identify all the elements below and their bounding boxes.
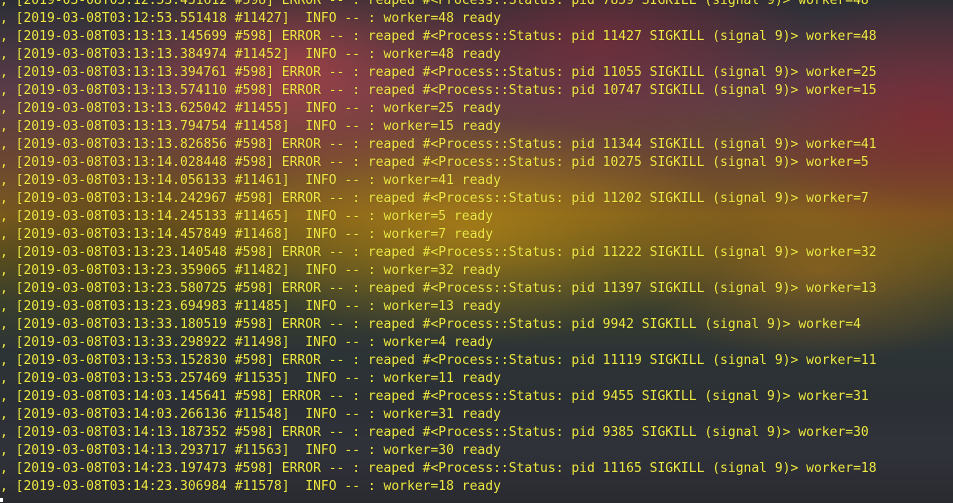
log-line: , [2019-03-08T03:14:13.293717 #11563] IN… (0, 443, 501, 458)
log-line: , [2019-03-08T03:13:13.794754 #11458] IN… (0, 119, 501, 134)
log-line: , [2019-03-08T03:13:53.257469 #11535] IN… (0, 371, 501, 386)
log-line: , [2019-03-08T03:13:13.145699 #598] ERRO… (0, 29, 877, 44)
log-line: , [2019-03-08T03:14:03.266136 #11548] IN… (0, 407, 501, 422)
log-line: , [2019-03-08T03:12:53.551418 #11427] IN… (0, 11, 501, 26)
log-line: , [2019-03-08T03:13:14.245133 #11465] IN… (0, 209, 494, 224)
log-line: , [2019-03-08T03:13:23.580725 #598] ERRO… (0, 281, 877, 296)
log-line: , [2019-03-08T03:13:14.457849 #11468] IN… (0, 227, 494, 242)
log-line: , [2019-03-08T03:13:13.574110 #598] ERRO… (0, 83, 877, 98)
log-line: , [2019-03-08T03:13:13.625042 #11455] IN… (0, 101, 501, 116)
log-line: , [2019-03-08T03:14:23.306984 #11578] IN… (0, 479, 501, 494)
log-line: , [2019-03-08T03:13:23.140548 #598] ERRO… (0, 245, 877, 260)
log-line: , [2019-03-08T03:13:14.028448 #598] ERRO… (0, 155, 869, 170)
log-line: , [2019-03-08T03:14:23.197473 #598] ERRO… (0, 461, 877, 476)
log-line: , [2019-03-08T03:13:23.694983 #11485] IN… (0, 299, 501, 314)
log-line: , [2019-03-08T03:14:13.187352 #598] ERRO… (0, 425, 869, 440)
log-line: , [2019-03-08T03:13:14.056133 #11461] IN… (0, 173, 501, 188)
log-line: , [2019-03-08T03:13:33.298922 #11498] IN… (0, 335, 494, 350)
terminal-window[interactable]: , [2019-03-08T03:12:53.431612 #598] ERRO… (0, 0, 953, 503)
log-line: , [2019-03-08T03:13:13.384974 #11452] IN… (0, 47, 501, 62)
terminal-output: , [2019-03-08T03:12:53.431612 #598] ERRO… (0, 0, 953, 496)
log-line: , [2019-03-08T03:12:53.431612 #598] ERRO… (0, 0, 869, 8)
log-line: , [2019-03-08T03:13:14.242967 #598] ERRO… (0, 191, 869, 206)
log-line: , [2019-03-08T03:13:33.180519 #598] ERRO… (0, 317, 861, 332)
log-line: , [2019-03-08T03:13:13.826856 #598] ERRO… (0, 137, 877, 152)
log-line: , [2019-03-08T03:13:13.394761 #598] ERRO… (0, 65, 877, 80)
log-line: , [2019-03-08T03:13:23.359065 #11482] IN… (0, 263, 501, 278)
log-line: , [2019-03-08T03:13:53.152830 #598] ERRO… (0, 353, 877, 368)
text-cursor (0, 498, 3, 502)
log-line: , [2019-03-08T03:14:03.145641 #598] ERRO… (0, 389, 869, 404)
